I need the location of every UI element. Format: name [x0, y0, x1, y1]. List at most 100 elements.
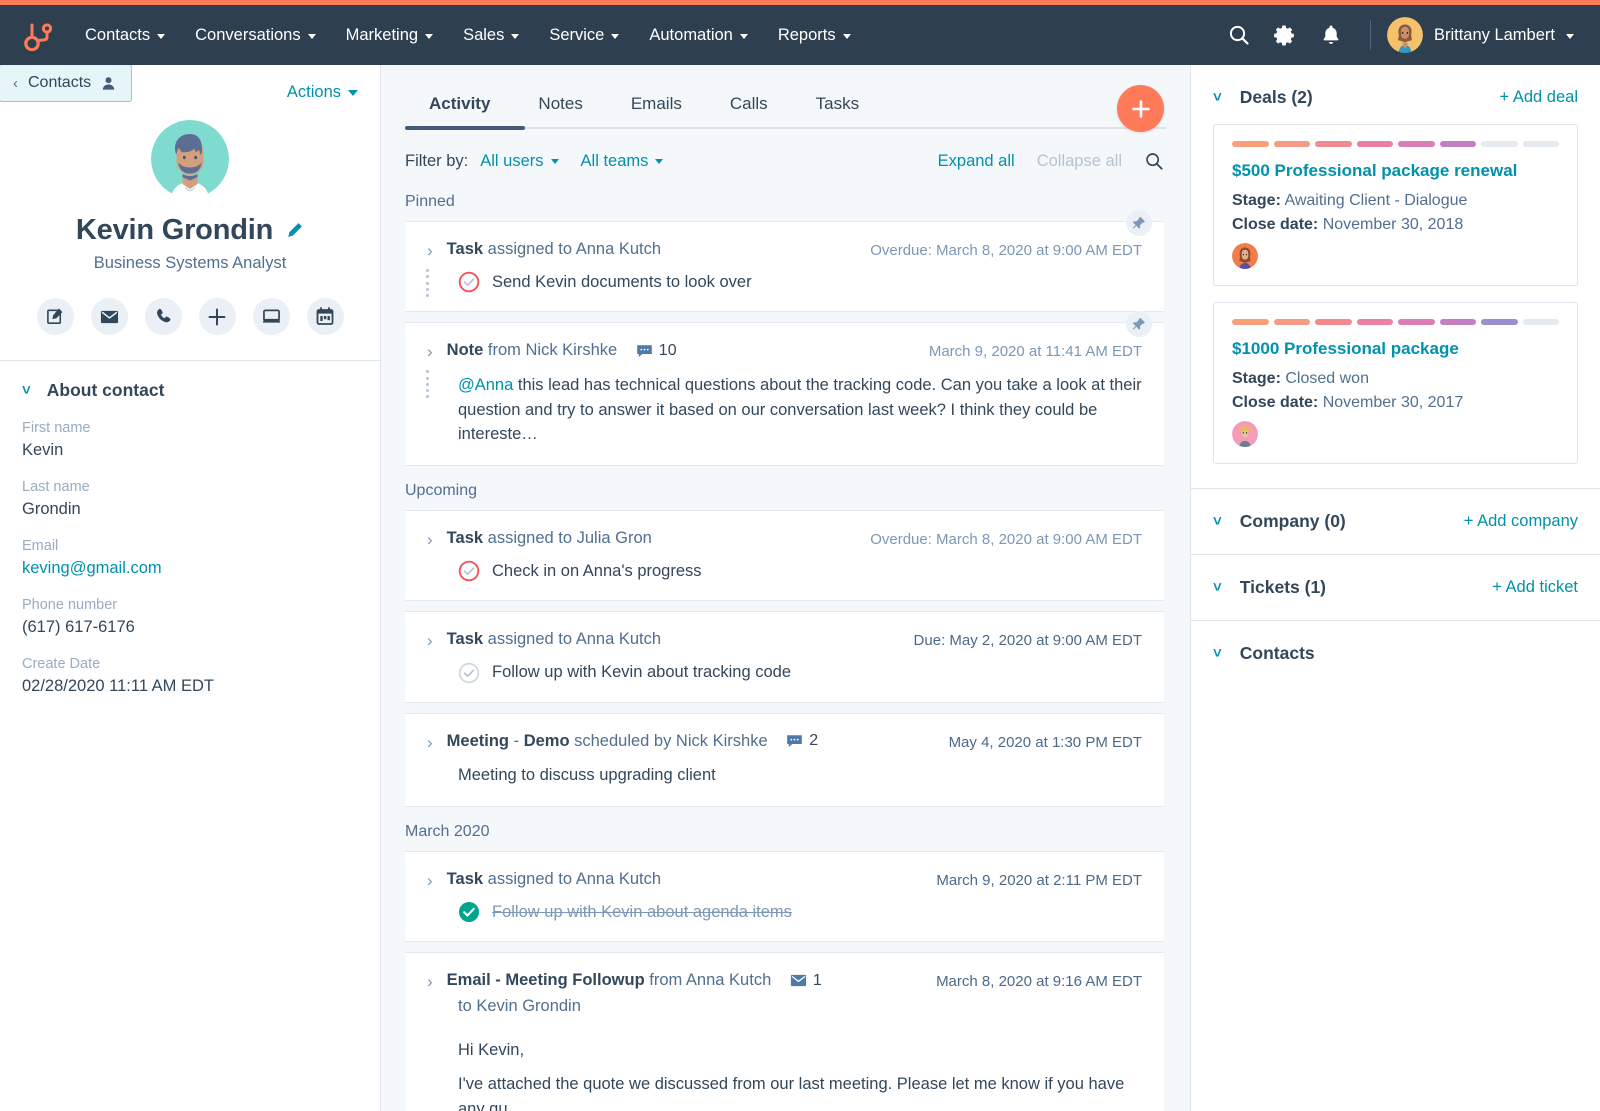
chevron-right-icon[interactable]: › — [427, 530, 433, 550]
deal-stage-label: Stage: — [1232, 192, 1281, 209]
chevron-right-icon[interactable]: › — [427, 972, 433, 992]
nav-item-contacts[interactable]: Contacts — [70, 18, 180, 53]
search-icon[interactable] — [1216, 12, 1262, 58]
filter-all-users-dropdown[interactable]: All users — [480, 152, 559, 171]
chevron-right-icon[interactable]: › — [427, 871, 433, 891]
about-contact-header[interactable]: ˅ About contact — [22, 380, 358, 401]
comment-count-badge[interactable]: 10 — [636, 342, 677, 360]
task-status-overdue-icon[interactable] — [458, 271, 480, 293]
activity-card-note-pinned-1[interactable]: › Note from Nick Kirshke 10 March 9, 202… — [405, 311, 1164, 467]
user-account-menu[interactable]: Brittany Lambert — [1386, 17, 1578, 53]
chevron-down-icon — [1566, 33, 1574, 39]
nav-item-reports[interactable]: Reports — [763, 18, 866, 53]
notification-bell-icon[interactable] — [1308, 12, 1354, 58]
tab-tasks[interactable]: Tasks — [792, 83, 883, 127]
nav-item-marketing[interactable]: Marketing — [331, 18, 448, 53]
chevron-down-icon[interactable]: ˅ — [1213, 646, 1222, 661]
nav-item-automation[interactable]: Automation — [634, 18, 762, 53]
task-row: Check in on Anna's progress — [427, 560, 1142, 582]
deal-card-1[interactable]: $500 Professional package renewal Stage:… — [1213, 124, 1578, 286]
activity-subtitle: scheduled by Nick Kirshke — [569, 731, 768, 750]
add-ticket-button[interactable]: + Add ticket — [1492, 578, 1578, 597]
plus-log-icon[interactable] — [198, 298, 236, 335]
drag-handle[interactable] — [426, 370, 432, 399]
activity-card-task-completed-1[interactable]: › Task assigned to Anna Kutch March 9, 2… — [405, 850, 1164, 943]
tab-activity[interactable]: Activity — [405, 83, 514, 127]
task-status-overdue-icon[interactable] — [458, 560, 480, 582]
chevron-down-icon[interactable]: ˅ — [1213, 90, 1222, 105]
chevron-down-icon[interactable]: ˅ — [1213, 580, 1222, 595]
task-status-open-icon[interactable] — [458, 662, 480, 684]
chevron-right-icon[interactable]: › — [427, 631, 433, 651]
field-value[interactable]: Kevin — [22, 441, 358, 460]
nav-right-actions: Brittany Lambert — [1216, 12, 1578, 58]
add-activity-button[interactable] — [1117, 85, 1164, 132]
pin-icon[interactable] — [1126, 311, 1152, 338]
add-company-button[interactable]: + Add company — [1464, 512, 1578, 531]
pencil-edit-icon[interactable] — [285, 221, 304, 240]
deal-name-link[interactable]: $500 Professional package renewal — [1232, 161, 1559, 181]
task-icon[interactable] — [252, 298, 290, 335]
chevron-right-icon[interactable]: › — [427, 733, 433, 753]
activity-feed[interactable]: Pinned › Task assigned to Anna Kutch Ove… — [381, 171, 1190, 1111]
stage-segment — [1398, 141, 1435, 147]
chevron-down-icon — [842, 33, 851, 39]
email-icon[interactable] — [90, 298, 128, 335]
field-value[interactable]: (617) 617-6176 — [22, 618, 358, 637]
add-deal-button[interactable]: + Add deal — [1500, 88, 1578, 107]
stage-segment — [1232, 141, 1269, 147]
field-value[interactable]: 02/28/2020 11:11 AM EDT — [22, 677, 358, 696]
activity-header-row: › Task assigned to Julia Gron Overdue: M… — [427, 529, 1142, 550]
filter-all-teams-dropdown[interactable]: All teams — [581, 152, 664, 171]
field-label: Last name — [22, 479, 90, 495]
chevron-right-icon[interactable]: › — [427, 342, 433, 362]
tab-calls[interactable]: Calls — [706, 83, 792, 127]
note-icon[interactable] — [36, 298, 74, 335]
pin-icon[interactable] — [1126, 210, 1152, 236]
active-tab-indicator — [405, 126, 525, 130]
nav-item-service[interactable]: Service — [534, 18, 634, 53]
activity-card-email-1[interactable]: › Email - Meeting Followup from Anna Kut… — [405, 952, 1164, 1111]
hubspot-sprocket-logo[interactable] — [18, 15, 58, 55]
filter-teams-label: All teams — [580, 151, 649, 170]
tab-emails[interactable]: Emails — [607, 83, 706, 127]
activity-card-meeting-1[interactable]: › Meeting - Demo scheduled by Nick Kirsh… — [405, 712, 1164, 807]
nav-item-label: Sales — [463, 25, 505, 44]
hubspot-crm-contact-record: Contacts Conversations Marketing Sales S… — [0, 0, 1600, 1111]
chevron-down-icon[interactable]: ˅ — [1213, 514, 1222, 529]
actions-dropdown[interactable]: Actions — [287, 83, 358, 102]
search-icon[interactable] — [1144, 151, 1164, 171]
chevron-down-icon — [739, 33, 748, 39]
quick-actions-row — [36, 298, 344, 335]
field-value-email-link[interactable]: keving@gmail.com — [22, 559, 358, 578]
activity-card-task-upcoming-1[interactable]: › Task assigned to Julia Gron Overdue: M… — [405, 510, 1164, 602]
activity-title: Task assigned to Anna Kutch — [447, 240, 855, 259]
task-status-completed-icon[interactable] — [458, 901, 480, 923]
phone-call-icon[interactable] — [144, 298, 182, 335]
drag-handle[interactable] — [426, 269, 432, 297]
stage-segment — [1232, 319, 1269, 325]
email-count-badge[interactable]: 1 — [790, 972, 822, 990]
nav-item-conversations[interactable]: Conversations — [180, 18, 330, 53]
about-contact-title: About contact — [46, 380, 165, 400]
task-description: Follow up with Kevin about tracking code — [492, 663, 791, 682]
back-to-contacts-button[interactable]: ‹ Contacts — [0, 65, 133, 102]
chevron-right-icon[interactable]: › — [427, 241, 433, 261]
main-navigation-bar: Contacts Conversations Marketing Sales S… — [0, 5, 1600, 65]
deal-name-link[interactable]: $1000 Professional package — [1232, 339, 1559, 359]
deal-card-2[interactable]: $1000 Professional package Stage: Closed… — [1213, 302, 1578, 464]
comment-count-badge[interactable]: 2 — [786, 732, 818, 750]
nav-item-sales[interactable]: Sales — [448, 18, 534, 53]
calendar-meeting-icon[interactable] — [306, 298, 344, 335]
tab-notes[interactable]: Notes — [514, 83, 606, 127]
activity-card-task-upcoming-2[interactable]: › Task assigned to Anna Kutch Due: May 2… — [405, 611, 1164, 703]
expand-all-button[interactable]: Expand all — [938, 152, 1015, 171]
field-value[interactable]: Grondin — [22, 500, 358, 519]
collapse-all-button[interactable]: Collapse all — [1037, 152, 1122, 171]
deals-section-header: ˅ Deals (2) + Add deal — [1191, 65, 1600, 108]
activity-subtitle: from Anna Kutch — [644, 971, 772, 990]
stage-segment — [1273, 141, 1310, 147]
gear-icon[interactable] — [1262, 12, 1308, 58]
mention-link[interactable]: @Anna — [458, 376, 513, 394]
activity-card-task-pinned-1[interactable]: › Task assigned to Anna Kutch Overdue: M… — [405, 210, 1164, 313]
